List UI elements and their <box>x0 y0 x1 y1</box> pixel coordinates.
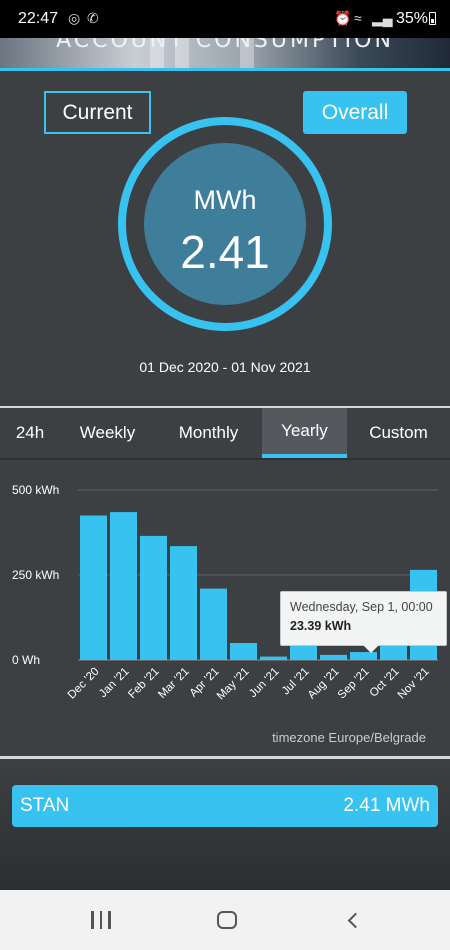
current-button[interactable]: Current <box>44 91 151 134</box>
tab-24h[interactable]: 24h <box>0 408 60 458</box>
x-tick-label: Aug '21 <box>306 666 342 702</box>
x-tick-label: Jan '21 <box>97 666 131 700</box>
tab-monthly[interactable]: Monthly <box>155 408 262 458</box>
consumption-gauge: MWh 2.41 <box>118 117 332 331</box>
recent-apps-icon[interactable] <box>86 908 116 932</box>
status-bar: 22:47 ◎ ✆ ⏰ ≈ ▂▄ 35% <box>0 0 450 38</box>
overall-button[interactable]: Overall <box>303 91 407 134</box>
bar[interactable] <box>200 588 227 660</box>
meter-panel: STAN 2.41 MWh <box>0 759 450 890</box>
date-range: 01 Dec 2020 - 01 Nov 2021 <box>139 359 311 375</box>
x-tick-label: May '21 <box>215 666 252 703</box>
tooltip-arrow <box>363 645 379 653</box>
alarm-icon: ⏰ <box>334 10 352 26</box>
x-tick-label: Sep '21 <box>336 666 372 702</box>
y-tick-label: 500 kWh <box>12 483 59 497</box>
bar-highlighted[interactable] <box>350 652 377 660</box>
chart-tooltip: Wednesday, Sep 1, 00:00 23.39 kWh <box>280 591 447 653</box>
meter-name: STAN <box>20 795 70 816</box>
consumption-chart: 0 Wh 250 kWh 500 kWh Dec '20 Jan '21 Feb '21 M… <box>0 458 450 756</box>
battery-icon <box>429 12 436 25</box>
x-tick-label: Mar '21 <box>156 666 191 701</box>
x-tick-label: Nov '21 <box>396 666 432 702</box>
bar[interactable] <box>230 643 257 660</box>
wifi-icon: ≈ <box>354 10 362 26</box>
x-tick-label: Dec '20 <box>66 666 102 702</box>
battery-percent: 35% <box>395 10 428 27</box>
timezone-label: timezone Europe/Belgrade <box>272 730 426 745</box>
gauge-value: 2.41 <box>180 226 270 278</box>
tab-weekly[interactable]: Weekly <box>60 408 155 458</box>
x-tick-label: Jun '21 <box>247 666 281 700</box>
bar[interactable] <box>320 654 347 660</box>
page-title: ACCOUNT CONSUMPTION <box>56 38 394 53</box>
consumption-summary: Current Overall MWh 2.41 01 Dec 2020 - 0… <box>0 68 450 406</box>
tooltip-value: 23.39 kWh <box>290 619 352 633</box>
meter-row[interactable]: STAN 2.41 MWh <box>12 785 438 827</box>
tab-custom[interactable]: Custom <box>347 408 450 458</box>
bar[interactable] <box>170 546 197 660</box>
gauge-center: MWh 2.41 <box>144 143 306 305</box>
tab-yearly[interactable]: Yearly <box>262 408 347 458</box>
system-nav-bar <box>0 890 450 950</box>
y-tick-label: 250 kWh <box>12 568 59 582</box>
x-tick-label: Feb '21 <box>126 666 161 701</box>
tooltip-date: Wednesday, Sep 1, 00:00 <box>290 600 433 614</box>
back-icon[interactable] <box>337 908 367 932</box>
gauge-unit: MWh <box>193 185 257 215</box>
home-icon[interactable] <box>212 908 242 932</box>
header-banner: ACCOUNT CONSUMPTION <box>0 38 450 68</box>
status-time: 22:47 <box>18 10 59 27</box>
bar[interactable] <box>140 535 167 660</box>
period-tabs: 24h Weekly Monthly Yearly Custom <box>0 406 450 458</box>
meter-total: 2.41 MWh <box>343 795 430 816</box>
viber-icon: ✆ <box>87 10 99 26</box>
bar[interactable] <box>110 512 137 660</box>
bar[interactable] <box>80 515 107 661</box>
signal-icon: ▂▄ <box>372 10 393 26</box>
data-saver-icon: ◎ <box>68 10 81 26</box>
y-tick-label: 0 Wh <box>12 653 40 667</box>
bar[interactable] <box>260 656 287 660</box>
